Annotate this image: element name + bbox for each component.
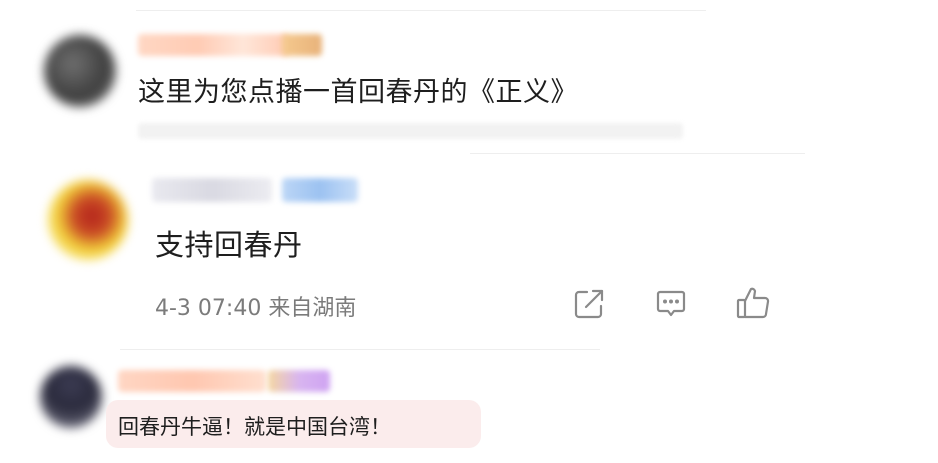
divider [470, 153, 805, 154]
avatar[interactable] [44, 35, 116, 107]
reply-bubble[interactable]: 回春丹牛逼！就是中国台湾！ [106, 400, 481, 448]
avatar[interactable] [40, 366, 102, 428]
user-badge-blurred [282, 178, 358, 202]
comment-text: 这里为您点播一首回春丹的《正义》 [138, 77, 578, 108]
thumbs-up-icon[interactable] [735, 285, 771, 321]
username-blurred[interactable] [138, 34, 288, 56]
comment-meta: 4-3 07:40 来自湖南 [155, 296, 357, 321]
divider [120, 349, 600, 350]
username-blurred[interactable] [118, 370, 266, 392]
comment-text: 回春丹牛逼！就是中国台湾！ [118, 415, 391, 439]
comment-meta-blurred [138, 123, 683, 139]
comment-icon[interactable] [654, 287, 688, 321]
avatar[interactable] [48, 180, 128, 260]
comment-text: 支持回春丹 [155, 228, 303, 262]
divider [136, 10, 706, 11]
share-icon[interactable] [572, 287, 606, 321]
user-badge-blurred [282, 34, 322, 56]
username-blurred[interactable] [152, 178, 272, 202]
user-badge-blurred [268, 370, 330, 392]
